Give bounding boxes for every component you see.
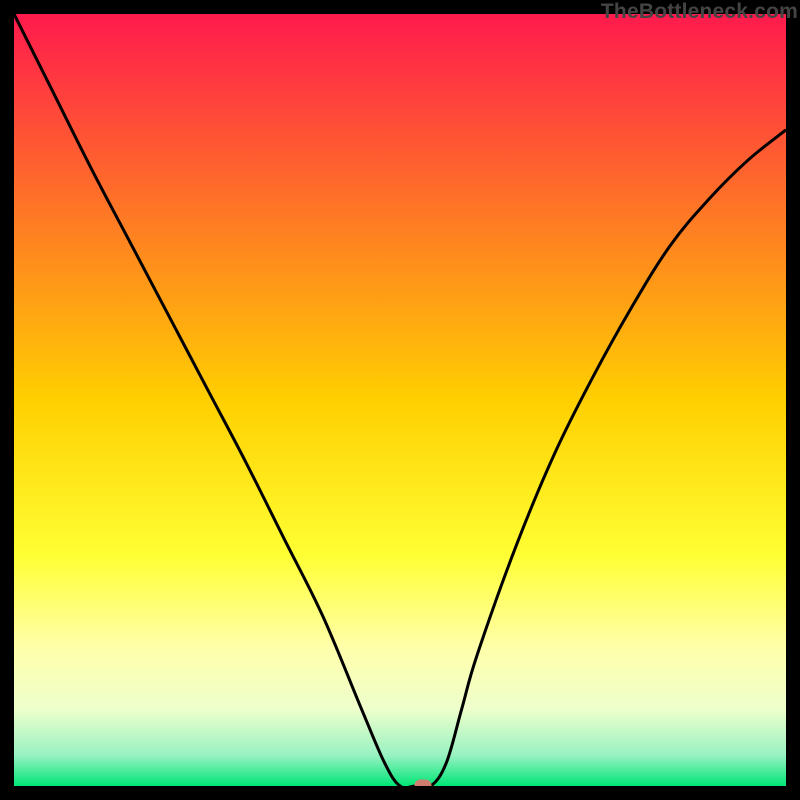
watermark-text: TheBottleneck.com (601, 0, 798, 24)
chart-container: TheBottleneck.com (0, 0, 800, 800)
chart-background-gradient (14, 14, 786, 786)
optimal-point-marker (415, 780, 432, 787)
plot-area (14, 14, 786, 786)
